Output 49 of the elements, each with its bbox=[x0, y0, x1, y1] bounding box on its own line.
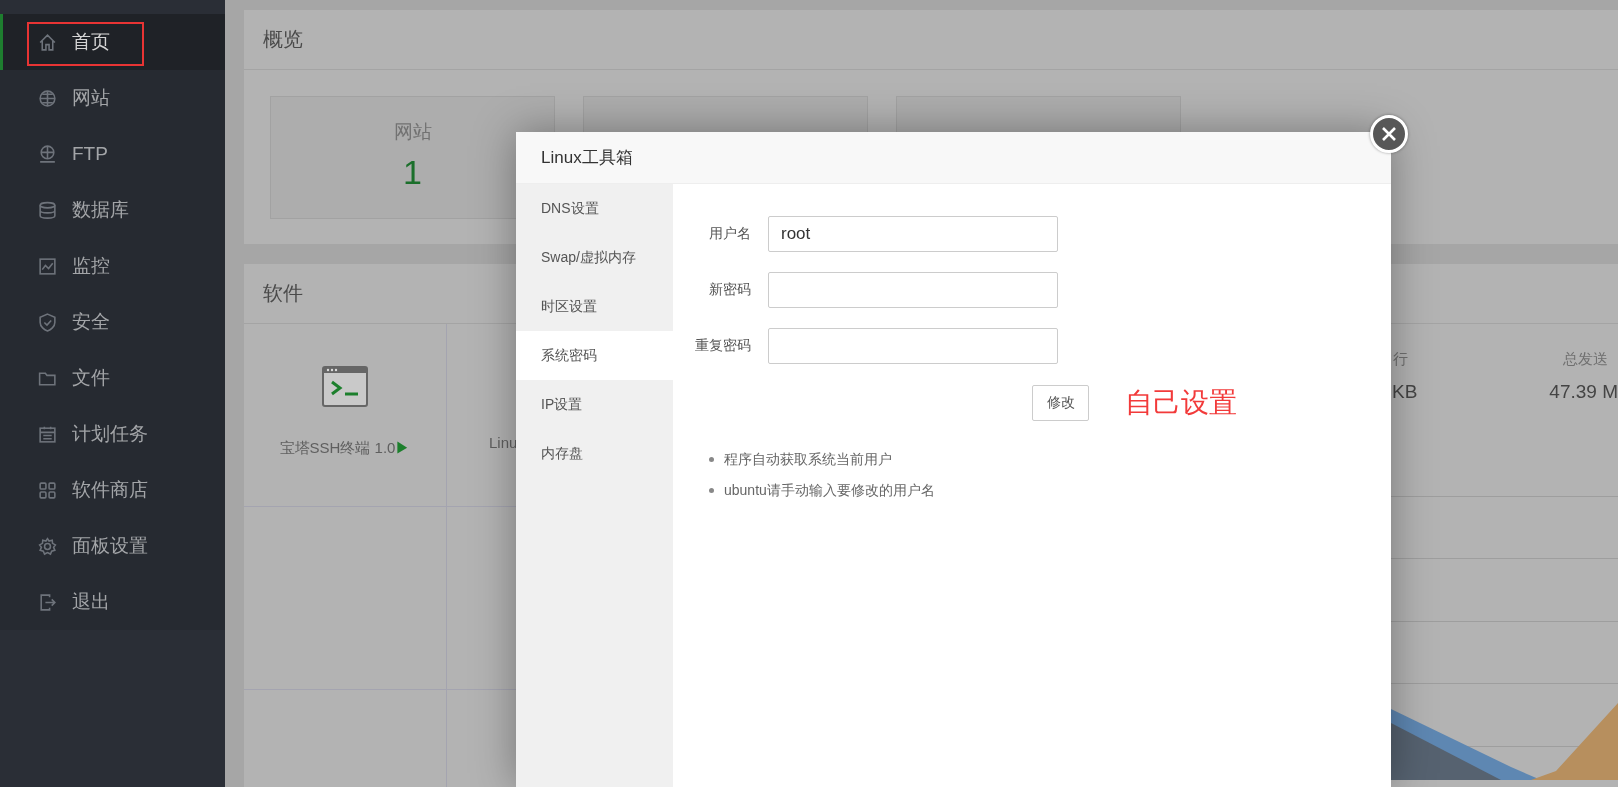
stat-value: KB bbox=[1391, 381, 1419, 403]
stat-value: 1 bbox=[403, 153, 422, 192]
side-tab[interactable]: IP设置 bbox=[516, 380, 673, 429]
sidebar-item[interactable]: 计划任务 bbox=[0, 406, 225, 462]
sidebar-item[interactable]: 网站 bbox=[0, 70, 225, 126]
logout-icon bbox=[37, 591, 58, 613]
globe-icon bbox=[37, 87, 58, 109]
bullet-icon bbox=[709, 488, 714, 493]
side-tab[interactable]: 时区设置 bbox=[516, 282, 673, 331]
input-field[interactable] bbox=[768, 328, 1058, 364]
side-tab[interactable]: 内存盘 bbox=[516, 429, 673, 478]
field-label: 重复密码 bbox=[694, 337, 752, 355]
grid-icon bbox=[37, 479, 58, 501]
stat-label: 网站 bbox=[393, 120, 432, 144]
sidebar-item[interactable]: 退出 bbox=[0, 574, 225, 630]
database-icon bbox=[37, 199, 58, 221]
panel-title: 概览 bbox=[244, 10, 1618, 70]
field-label: 新密码 bbox=[708, 281, 752, 299]
home-icon bbox=[37, 31, 58, 53]
sidebar-item[interactable]: 软件商店 bbox=[0, 462, 225, 518]
gear-icon bbox=[37, 535, 58, 557]
stat-label: 总发送 bbox=[1562, 350, 1609, 369]
side-tab[interactable]: 系统密码 bbox=[516, 331, 673, 380]
network-icon bbox=[37, 143, 58, 165]
sidebar-item[interactable]: 文件 bbox=[0, 350, 225, 406]
input-field[interactable] bbox=[768, 272, 1058, 308]
submit-button[interactable]: 修改 bbox=[1032, 385, 1089, 421]
chart-icon bbox=[37, 255, 58, 277]
side-tab[interactable]: Swap/虚拟内存 bbox=[516, 233, 673, 282]
side-tab[interactable]: DNS设置 bbox=[516, 184, 673, 233]
software-name[interactable]: 宝塔SSH终端 1.0▶ bbox=[279, 439, 411, 458]
close-icon bbox=[1381, 126, 1397, 142]
input-field[interactable]: root bbox=[768, 216, 1058, 252]
sidebar-item[interactable]: 监控 bbox=[0, 238, 225, 294]
terminal-icon[interactable] bbox=[322, 366, 368, 407]
note-text: ubuntu请手动输入要修改的用户名 bbox=[724, 481, 935, 500]
bullet-icon bbox=[709, 457, 714, 462]
sidebar-item[interactable]: 安全 bbox=[0, 294, 225, 350]
stat-label: 行 bbox=[1392, 350, 1409, 369]
sidebar-item[interactable]: 首页 bbox=[0, 14, 225, 70]
annotation-text: 自己设置 bbox=[1125, 386, 1237, 420]
note-text: 程序自动获取系统当前用户 bbox=[724, 450, 892, 469]
field-label: 用户名 bbox=[708, 225, 752, 243]
sidebar-item[interactable]: 面板设置 bbox=[0, 518, 225, 574]
stat-value: 47.39 M bbox=[1548, 381, 1618, 403]
sidebar-item[interactable]: FTP bbox=[0, 126, 225, 182]
dialog-title: Linux工具箱 bbox=[541, 147, 633, 169]
sidebar-item[interactable]: 数据库 bbox=[0, 182, 225, 238]
shield-icon bbox=[37, 311, 58, 333]
